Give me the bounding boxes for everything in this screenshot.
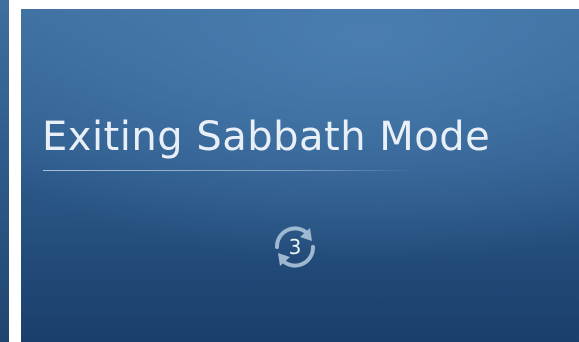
countdown-indicator: 3 — [267, 221, 323, 273]
title-underline — [43, 170, 417, 171]
adjacent-panel-edge — [0, 0, 9, 342]
countdown-number: 3 — [288, 235, 302, 259]
display-screen: Exiting Sabbath Mode 3 — [21, 9, 579, 342]
status-title: Exiting Sabbath Mode — [42, 114, 491, 160]
screen-wrap: Exiting Sabbath Mode 3 — [0, 0, 579, 342]
panel-gap — [9, 0, 21, 342]
